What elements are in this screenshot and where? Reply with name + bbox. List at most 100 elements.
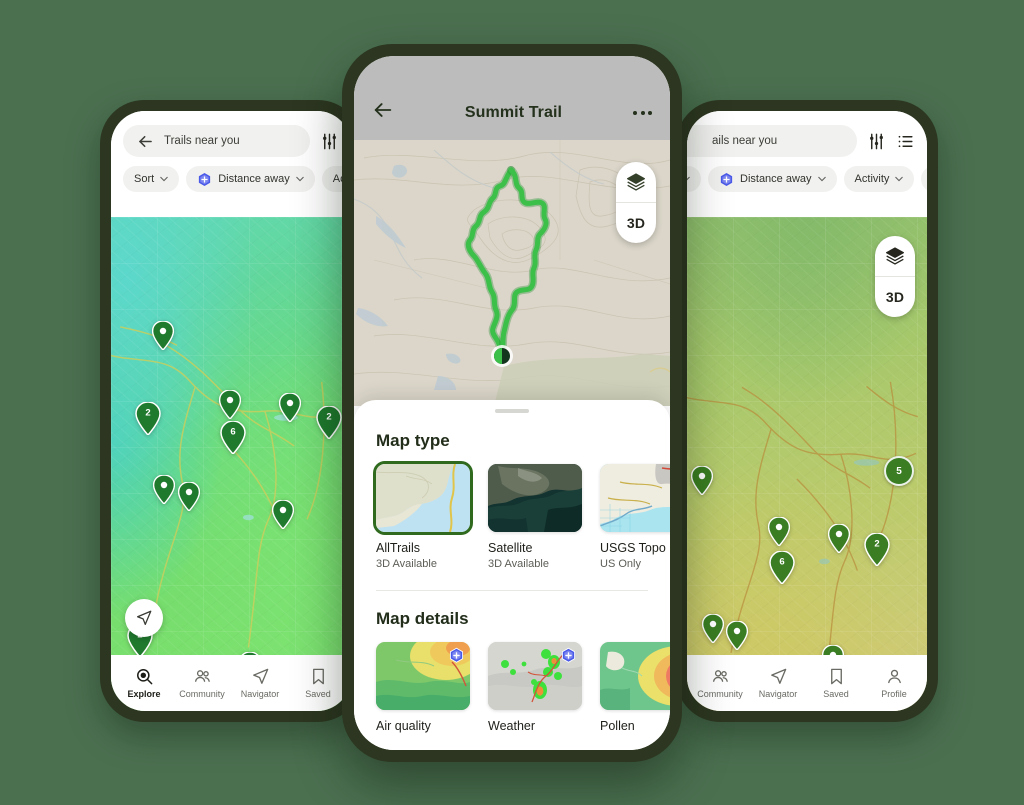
chip-distance-away[interactable]: Distance away [186, 166, 315, 192]
map-pin-cluster[interactable]: 2 [316, 406, 342, 439]
more-horizontal-icon[interactable] [633, 110, 652, 115]
chip-difficulty[interactable]: D [921, 166, 927, 192]
map-pin-cluster[interactable]: 5 [884, 456, 914, 486]
search-input-value: ails near you [712, 135, 778, 147]
map-type-usgs-topo[interactable]: USGS Topo US Only [600, 464, 670, 570]
layers-button[interactable] [875, 236, 915, 276]
map-type-name: USGS Topo [600, 541, 666, 555]
phone-center-screen: Summit Trail 3D Map type AllTrails 3D Av… [354, 56, 670, 750]
locate-me-button[interactable] [125, 599, 163, 637]
map-pin-count: 6 [230, 426, 236, 438]
chevron-down-icon [295, 176, 304, 182]
map-type-sub: US Only [600, 558, 641, 570]
map-pin[interactable] [152, 321, 174, 350]
left-search-row: Trails near you [123, 125, 339, 157]
chip-sort[interactable]: Sort [123, 166, 180, 192]
sliders-icon[interactable] [867, 132, 886, 151]
page-title: Summit Trail [464, 103, 563, 121]
navigate-arrow-icon [136, 610, 152, 626]
chip-activity[interactable]: Activity [843, 166, 915, 192]
map-type-alltrails[interactable]: AllTrails 3D Available [376, 464, 470, 570]
list-icon[interactable] [896, 132, 915, 151]
arrow-left-icon[interactable] [372, 99, 394, 126]
map-pin[interactable] [702, 614, 724, 643]
tab-label: Community [179, 689, 225, 699]
chip-distance-away-label: Distance away [740, 173, 812, 185]
right-search-row: ails near you [687, 125, 915, 157]
map-pin-cluster[interactable]: 2 [864, 533, 890, 566]
map-detail-air-quality[interactable]: Air quality [376, 642, 470, 733]
chip-distance-away[interactable]: Distance away [708, 166, 837, 192]
navigate-arrow-icon [252, 668, 268, 684]
people-icon [712, 670, 728, 682]
map-detail-pollen[interactable]: Pollen [600, 642, 670, 733]
arrow-left-icon[interactable] [136, 132, 155, 151]
map-type-heading: Map type [376, 431, 450, 450]
plus-hex-icon [449, 647, 464, 663]
map-pin[interactable] [768, 517, 790, 546]
detail-header: Summit Trail [354, 56, 670, 140]
map-details-list: Air quality Weather Pollen [376, 642, 670, 733]
sidebar-item-explore[interactable]: Explore [115, 667, 173, 699]
map-pin-cluster[interactable]: 6 [769, 551, 795, 584]
map-pin[interactable] [272, 500, 294, 529]
phone-left-screen: Trails near you Sort Distance away 2 2 6… [111, 111, 351, 711]
map-pin[interactable] [279, 393, 301, 422]
map-type-name: AllTrails [376, 541, 420, 555]
right-map[interactable]: 5 2 6 3D [687, 217, 927, 711]
left-filter-chips: Sort Distance away Activity [123, 166, 351, 192]
map-pin-cluster[interactable]: 2 [135, 402, 161, 435]
navigate-arrow-icon [770, 668, 786, 684]
people-icon [194, 670, 210, 682]
map-type-sub: 3D Available [376, 558, 437, 570]
layers-button[interactable] [616, 162, 656, 202]
three-d-button[interactable]: 3D [616, 202, 656, 243]
right-tab-bar: Community Navigator Saved Profile [687, 655, 927, 711]
sidebar-item-navigator[interactable]: Navigator [749, 667, 807, 699]
map-pin[interactable] [828, 524, 850, 553]
tab-label: Saved [305, 689, 331, 699]
right-filter-chips: Distance away Activity D [687, 166, 927, 192]
chevron-down-icon [817, 176, 826, 182]
sidebar-item-profile[interactable]: Profile [865, 667, 923, 699]
map-pin[interactable] [219, 390, 241, 419]
sidebar-item-saved[interactable]: Saved [807, 667, 865, 699]
chip-sort-label: Sort [134, 173, 155, 185]
sidebar-item-community[interactable]: Community [691, 667, 749, 699]
left-map[interactable]: 2 2 6 2 [111, 217, 351, 711]
phone-right: ails near you Distance away Activity 5 2… [676, 100, 938, 722]
map-pin[interactable] [726, 621, 748, 650]
phone-right-screen: ails near you Distance away Activity 5 2… [687, 111, 927, 711]
map-type-satellite[interactable]: Satellite 3D Available [488, 464, 582, 570]
map-pin-cluster[interactable]: 6 [220, 421, 246, 454]
map-detail-name: Weather [488, 719, 536, 733]
map-pin[interactable] [178, 482, 200, 511]
map-type-name: Satellite [488, 541, 533, 555]
three-d-button[interactable]: 3D [875, 276, 915, 317]
map-detail-name: Pollen [600, 719, 635, 733]
map-pin[interactable] [153, 475, 175, 504]
sheet-divider [376, 590, 648, 591]
map-type-thumbnail [600, 464, 670, 532]
sidebar-item-saved[interactable]: Saved [289, 667, 347, 699]
tab-label: Community [697, 689, 743, 699]
sheet-grabber[interactable] [495, 409, 529, 413]
tab-label: Profile [881, 689, 907, 699]
sidebar-item-navigator[interactable]: Navigator [231, 667, 289, 699]
chevron-down-icon [160, 176, 168, 182]
map-pin[interactable] [691, 466, 713, 495]
sliders-icon[interactable] [320, 132, 339, 151]
map-pin-count: 5 [896, 465, 902, 477]
chip-sort[interactable] [687, 166, 701, 192]
sidebar-item-community[interactable]: Community [173, 667, 231, 699]
search-input[interactable]: Trails near you [123, 125, 310, 157]
tab-label: Explore [127, 689, 161, 699]
tab-label: Navigator [240, 689, 280, 699]
search-input[interactable]: ails near you [687, 125, 857, 157]
search-input-value: Trails near you [164, 135, 240, 147]
chevron-down-icon [687, 176, 690, 181]
map-detail-weather[interactable]: Weather [488, 642, 582, 733]
map-detail-thumbnail [488, 642, 582, 710]
plus-hex-icon [720, 172, 733, 186]
trail-detail-map[interactable]: 3D [354, 140, 670, 406]
